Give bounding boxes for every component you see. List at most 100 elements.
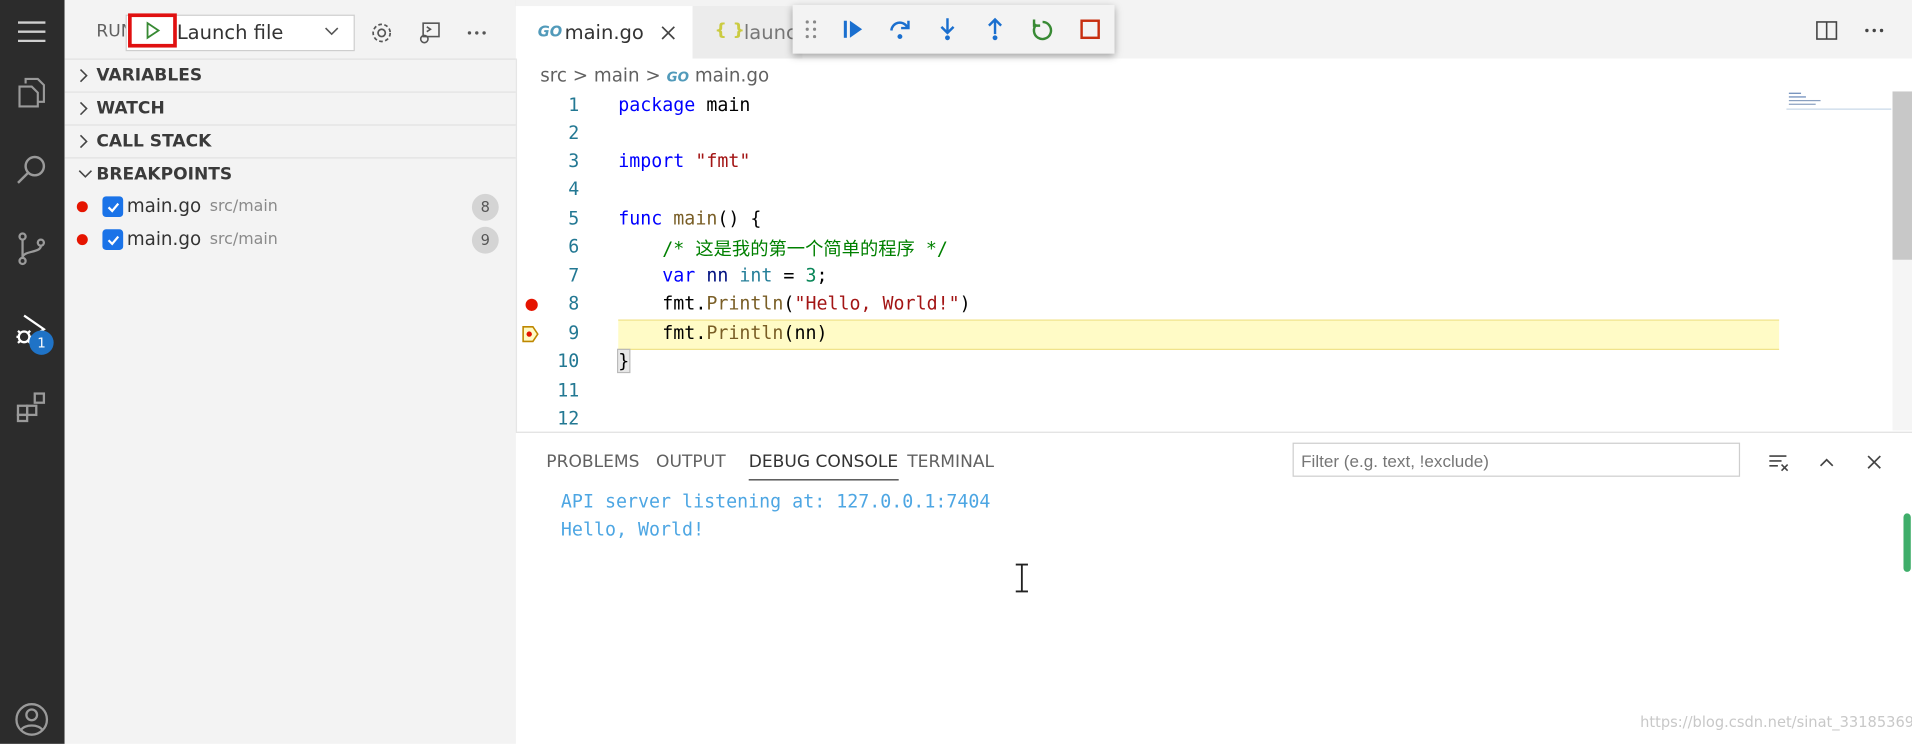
panel-scrollbar-thumb[interactable] [1903,513,1911,572]
code-line: 2 [516,122,1784,150]
breakpoint-path: src/main [209,230,278,249]
text-cursor-icon [1015,563,1028,593]
code-line: 7 var nn int = 3; [516,265,1784,293]
stop-button[interactable] [1076,15,1105,44]
line-number: 1 [568,93,580,116]
breakpoint-line-badge: 9 [471,226,499,254]
editor-scrollbar[interactable] [1892,91,1912,431]
code-text: main [695,93,751,116]
bottom-panel: PROBLEMS OUTPUT DEBUG CONSOLE TERMINAL F… [515,431,1912,745]
json-file-icon: { } [714,20,745,41]
tab-problems[interactable]: PROBLEMS [546,452,639,472]
close-panel-icon[interactable] [1862,450,1886,474]
number-literal: 3 [805,264,817,287]
breakpoint-item[interactable]: main.go src/main 9 [65,224,516,256]
section-breakpoints[interactable]: BREAKPOINTS [64,157,516,190]
start-debugging-button[interactable] [128,13,177,48]
minimap[interactable] [1786,91,1892,110]
chevron-down-icon[interactable] [323,22,340,39]
explorer-icon[interactable] [10,71,54,115]
breakpoint-line-badge: 8 [471,193,499,221]
clear-console-icon[interactable] [1767,450,1791,474]
breadcrumb-item[interactable]: src [540,65,567,87]
chevron-up-icon[interactable] [1814,450,1838,474]
code-editor[interactable]: 1 package main 2 3 import "fmt" 4 5 func ma… [516,91,1912,430]
line-number: 7 [568,264,580,287]
line-number: 11 [557,379,580,402]
code-text: fmt. [662,292,707,315]
code-line: 6 /* 这是我的第一个简单的程序 */ [516,235,1784,263]
restart-button[interactable] [1028,15,1057,44]
breadcrumb-item[interactable]: main.go [695,65,769,87]
console-filter-input[interactable]: Filter (e.g. text, !exclude) [1292,442,1741,477]
more-actions-icon[interactable] [462,18,491,47]
drag-handle-icon[interactable] [805,20,817,40]
restart-icon [1032,19,1053,41]
code-line: 1 package main [516,94,1784,122]
gear-icon[interactable] [367,18,396,47]
tab-debug-console[interactable]: DEBUG CONSOLE [748,452,899,481]
breadcrumb-item[interactable]: main [594,65,640,87]
type: int [739,264,773,287]
step-out-button[interactable] [980,15,1009,44]
breakpoint-item[interactable]: main.go src/main 8 [65,191,516,223]
close-icon[interactable] [660,24,677,41]
play-icon [146,21,161,40]
section-call-stack[interactable]: CALL STACK [64,124,516,157]
step-into-icon [940,18,955,41]
keyword: package [618,93,696,116]
comment: /* 这是我的第一个简单的程序 */ [618,237,948,260]
breakpoint-file: main.go [126,195,202,218]
section-label: WATCH [96,98,165,119]
source-control-icon[interactable] [10,227,54,271]
account-icon[interactable] [10,697,54,741]
code-line: 5 func main() { [516,207,1784,235]
extensions-icon[interactable] [10,385,54,429]
section-watch[interactable]: WATCH [64,91,516,124]
tab-main-go[interactable]: GO main.go [515,6,693,59]
step-into-button[interactable] [933,15,962,44]
code-text: ( [783,292,795,315]
watermark: https://blog.csdn.net/sinat_33185369 [1640,713,1912,731]
split-editor-icon[interactable] [1816,20,1838,42]
breakpoint-checkbox[interactable] [102,229,124,250]
code-text: = [772,264,806,287]
more-actions-icon[interactable] [1862,20,1886,42]
line-number: 4 [568,178,580,200]
chevron-right-icon [79,134,88,149]
line-number: 3 [568,149,580,172]
code-text: } [617,348,631,374]
code-text: () { [717,207,762,230]
breakpoint-file: main.go [126,228,202,250]
tab-terminal[interactable]: TERMINAL [907,452,994,472]
breakpoint-icon[interactable] [525,298,538,311]
continue-icon [843,20,863,38]
code-text: ; [816,264,828,287]
section-label: BREAKPOINTS [96,164,233,185]
search-icon[interactable] [10,149,54,193]
section-variables[interactable]: VARIABLES [64,58,516,92]
debug-session-badge: 1 [29,330,54,355]
debug-console-icon[interactable] [415,18,444,47]
continue-button[interactable] [838,15,867,44]
go-file-icon: GO [666,69,689,86]
menu-icon[interactable] [10,10,54,54]
variable: nn [706,264,729,287]
step-over-button[interactable] [885,15,914,44]
breakpoint-checkbox[interactable] [102,196,124,218]
tab-output[interactable]: OUTPUT [656,452,726,472]
breadcrumb: src > main > GO main.go [540,65,769,87]
code-line: 11 [516,379,1784,407]
editor-tab-bar: GO main.go { } launch [515,0,1912,59]
line-number: 10 [557,349,580,372]
code-text: ) [959,292,971,315]
line-number: 2 [568,121,580,144]
launch-config-label: Launch file [176,20,284,44]
tab-launch-json[interactable]: { } launch [692,6,803,59]
keyword: var [662,264,696,287]
scrollbar-thumb[interactable] [1892,91,1912,260]
activity-bar: 1 [0,0,65,744]
current-execution-icon [522,326,539,343]
line-number: 5 [568,207,580,230]
chevron-right-icon: > [645,64,667,87]
